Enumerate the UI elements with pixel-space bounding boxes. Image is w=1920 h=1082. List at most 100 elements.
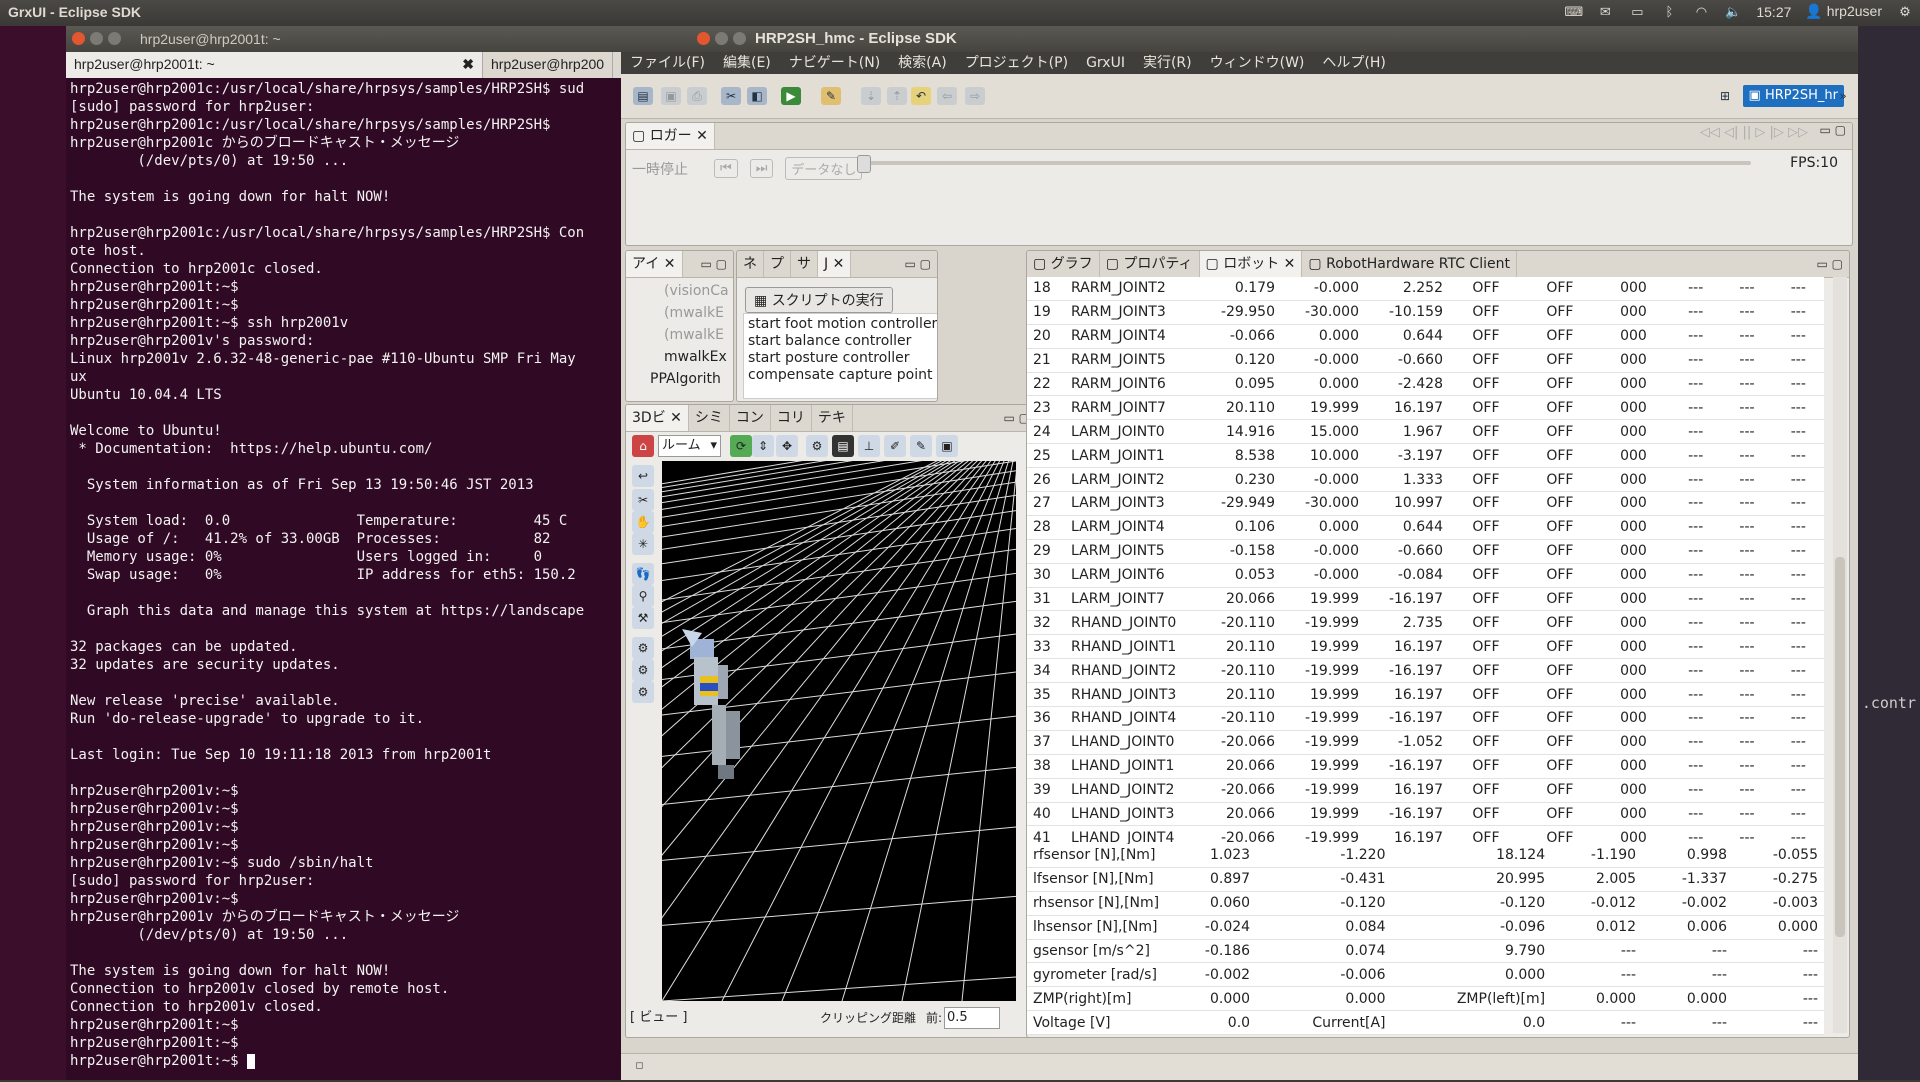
grab-icon[interactable]: ✋ [632,511,654,533]
capture-icon[interactable]: ▣ [936,435,958,457]
tree-item[interactable]: PPAlgorith [650,368,733,390]
wand-icon[interactable]: ✎ [821,87,841,105]
sensor-row[interactable]: Voltage [V] 0.0 Current[A] 0.0 --- --- --- [1027,1010,1824,1036]
forward-icon[interactable]: ⇨ [965,87,985,105]
robot-tool-icon[interactable]: ✂ [632,489,654,511]
slider-knob[interactable] [857,155,871,173]
tab-robothardware-rtc-client[interactable]: ▢ RobotHardware RTC Client [1302,251,1517,277]
axis-icon[interactable]: ⊥ [858,435,880,457]
joint-c-icon[interactable]: ⚙ [632,681,654,703]
run-icon[interactable]: ▶ [781,87,801,105]
playback-controls[interactable]: ◁◁ ◁| || ▷ |▷ ▷▷ [1700,125,1808,140]
close-tab-icon[interactable]: ✖ [462,56,474,73]
table-row[interactable]: 20 RARM_JOINT4 -0.066 0.000 0.644 OFF OFF 000 --… [1027,324,1824,349]
clock[interactable]: 15:27 [1756,4,1791,20]
tab-text[interactable]: テキ [812,405,853,431]
mail-icon[interactable]: ✉ [1596,4,1614,19]
ik-icon[interactable]: ⚒ [632,607,654,629]
menu-grxui[interactable]: GrxUI [1077,52,1134,74]
perspective-switcher[interactable]: ▣ HRP2SH_hr [1742,85,1844,107]
sensor-row[interactable]: lfsensor [N],[Nm] 0.897 -0.431 20.995 2.005-… [1027,867,1824,892]
front-clip-input[interactable]: 0.5 [944,1007,1000,1029]
menu-file[interactable]: ファイル(F) [621,52,714,74]
minimize-button[interactable] [715,32,728,45]
list-item[interactable]: start posture controller [748,350,937,367]
sound-icon[interactable]: 🔈 [1724,4,1742,19]
tab-3d-view[interactable]: 3Dビ ✕ [626,405,689,431]
keyboard-icon[interactable]: ⌨ [1564,4,1583,19]
table-row[interactable]: 26 LARM_JOINT2 0.230 -0.000 1.333 OFF OFF 000 --… [1027,467,1824,493]
list-item[interactable]: start foot motion controller [748,316,937,333]
list-item[interactable]: compensate capture point error [748,367,937,384]
table-row[interactable]: 25 LARM_JOINT1 8.538 10.000 -3.197 OFF OFF 000-… [1027,443,1824,469]
menu-navigate[interactable]: ナビゲート(N) [780,52,889,74]
view-fit-icon[interactable]: ⚙ [806,435,828,457]
sensor-row[interactable]: gyrometer [rad/s] -0.002 -0.006 0.000 --- ---… [1027,962,1824,988]
tab-sa[interactable]: サ [791,251,818,277]
tab-ne[interactable]: ネ [737,251,764,277]
collision-icon[interactable]: ✳ [632,533,654,555]
pan-icon[interactable]: ✥ [776,435,798,457]
window-icon[interactable]: ◧ [747,87,767,105]
table-row[interactable]: 33 RHAND_JOINT1 20.110 19.999 16.197 OFF OFF 00… [1027,634,1824,660]
pose-icon[interactable]: ⚲ [632,585,654,607]
table-row[interactable]: 38 LHAND_JOINT1 20.066 19.999 -16.197 OFF OFF 0… [1027,754,1824,779]
foot-icon[interactable]: 👣 [632,563,654,585]
fast-view-icon[interactable]: ▫ [635,1058,644,1073]
menu-project[interactable]: プロジェクト(P) [956,52,1077,74]
minmax-icon[interactable]: ▭ ▢ [1817,251,1844,277]
close-tab-icon[interactable]: ✕ [696,128,708,144]
tab-controller[interactable]: コン [730,405,771,431]
table-row[interactable]: 32 RHAND_JOINT0 -20.110 -19.999 2.735 OFF OFF 0… [1027,610,1824,636]
undo-view-icon[interactable]: ↩ [632,465,654,487]
table-row[interactable]: 36 RHAND_JOINT4 -20.110 -19.999 -16.197 OFF OF… [1027,706,1824,731]
terminal-output[interactable]: hrp2user@hrp2001c:/usr/local/share/hrpsy… [66,78,621,1082]
minimize-button[interactable] [90,32,103,45]
vertical-scrollbar[interactable] [1833,277,1847,1033]
tab-logger[interactable]: ▢ ロガー ✕ [626,123,715,149]
new-icon[interactable]: ▤ [633,87,653,105]
marker-icon[interactable]: ✎ [910,435,932,457]
maximize-button[interactable] [108,32,121,45]
sensor-row[interactable]: rfsensor [N],[Nm] 1.023 -1.220 18.124 -1.190… [1027,844,1824,868]
script-list[interactable]: start foot motion controller start balan… [743,313,937,399]
user-menu[interactable]: 👤 hrp2user [1805,3,1882,20]
table-row[interactable]: 24 LARM_JOINT0 14.916 15.000 1.967 OFF OFF 000-… [1027,419,1824,445]
skip-start-button[interactable]: ⏮ [714,159,738,178]
terminal-tab-2[interactable]: hrp2user@hrp200 [483,52,614,78]
table-row[interactable]: 35 RHAND_JOINT3 20.110 19.999 16.197 OFF OFF 00… [1027,682,1824,708]
scrollbar-thumb[interactable] [1835,557,1845,937]
camera-icon[interactable]: ✐ [884,435,906,457]
table-row[interactable]: 37 LHAND_JOINT0 -20.066 -19.999 -1.052 OFF OFF… [1027,730,1824,755]
last-edit-icon[interactable]: ↶ [911,87,931,105]
home-icon[interactable]: ⌂ [632,435,654,457]
table-row[interactable]: 40 LHAND_JOINT3 20.066 19.999 -16.197 OFF OFF 0… [1027,802,1824,827]
view-mode-select[interactable]: ルーム ▾ [658,435,721,457]
table-row[interactable]: 28 LARM_JOINT4 0.106 0.000 0.644 OFF OFF 000 ---… [1027,515,1824,540]
eclipse-titlebar[interactable]: HRP2SH_hmc - Eclipse SDK [621,26,1858,52]
tree-item[interactable]: (mwalkE [664,302,733,324]
rotate-icon[interactable]: ⇕ [752,435,774,457]
table-row[interactable]: 31 LARM_JOINT7 20.066 19.999 -16.197 OFF OFF 00… [1027,587,1824,612]
gear-icon[interactable]: ⚙ [1896,4,1914,19]
table-row[interactable]: 21 RARM_JOINT5 0.120 -0.000 -0.660 OFF OFF 000-… [1027,348,1824,373]
bluetooth-icon[interactable]: ᛒ [1660,4,1678,19]
wireframe-icon[interactable]: ▤ [832,435,854,457]
tree-item[interactable]: (mwalkE [664,324,733,346]
menu-run[interactable]: 実行(R) [1134,52,1201,74]
eclipse-window[interactable]: HRP2SH_hmc - Eclipse SDK ファイル(F) 編集(E) ナ… [621,26,1858,1080]
tab-item-view[interactable]: アイ ✕ [626,251,683,277]
menu-window[interactable]: ウィンドウ(W) [1201,52,1314,74]
terminal-titlebar[interactable]: hrp2user@hrp2001t: ~ [66,26,621,52]
tab-properties[interactable]: ▢ プロパティ [1100,251,1200,277]
skip-end-button[interactable]: ⏭ [749,159,774,178]
menu-search[interactable]: 検索(A) [889,52,956,74]
minmax-icon[interactable]: ▭ ▢ [905,251,932,277]
tree-item[interactable]: (visionCa [664,280,733,302]
tab-simulation[interactable]: シミ [689,405,730,431]
battery-icon[interactable]: ▭ [1628,4,1646,19]
sensor-row[interactable]: gsensor [m/s^2] -0.186 0.074 9.790 --- --- --- [1027,939,1824,964]
minmax-icon[interactable]: ▭ ▢ [701,251,728,277]
joint-a-icon[interactable]: ⚙ [632,637,654,659]
sensor-row[interactable]: rhsensor [N],[Nm] 0.060 -0.120 -0.120 -0.012… [1027,891,1824,916]
